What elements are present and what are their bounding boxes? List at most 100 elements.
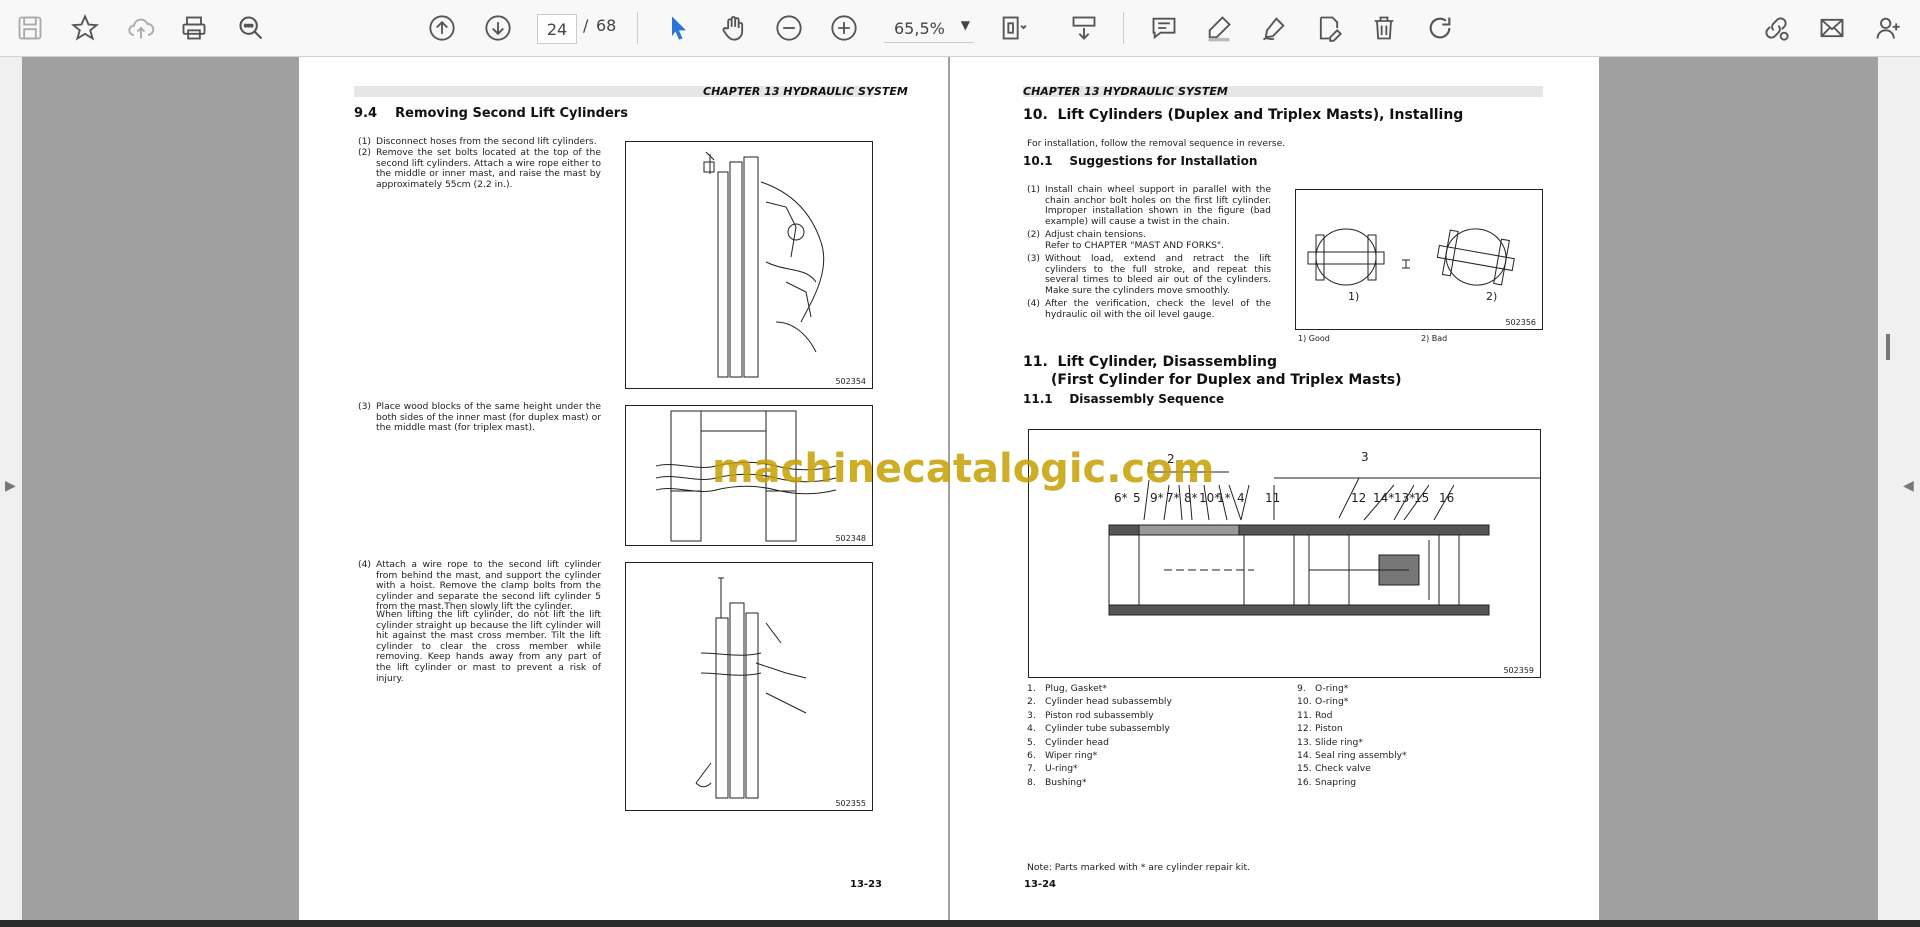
- part-number: 11.: [1297, 709, 1312, 721]
- part-row: 12. Piston: [1297, 722, 1537, 735]
- part-number: 3.: [1027, 709, 1036, 721]
- toolbar-divider: [1123, 12, 1124, 44]
- comment-icon[interactable]: [1146, 10, 1182, 46]
- subsection-heading-10-1: 10.1 Suggestions for Installation: [1023, 154, 1258, 168]
- page-total: 68: [596, 16, 617, 35]
- part-number: 12.: [1297, 723, 1312, 735]
- step-4: (4) Attach a wire rope to the second lif…: [358, 559, 601, 613]
- callout-label: 12: [1351, 491, 1367, 505]
- callout-label: 15: [1414, 491, 1430, 505]
- toolbar: 24 / 68 65,5% ▼: [0, 0, 1920, 57]
- add-user-icon[interactable]: [1870, 10, 1906, 46]
- share-link-icon[interactable]: [1758, 10, 1794, 46]
- step-text: After the verification, check the level …: [1045, 298, 1271, 320]
- redo-rotate-icon[interactable]: [1422, 10, 1458, 46]
- step-number: (3): [1027, 253, 1041, 264]
- figure-code: 502355: [835, 799, 866, 808]
- part-name: Slide ring*: [1315, 736, 1363, 748]
- callout-label: 1*: [1217, 491, 1231, 505]
- figure-lifting-cylinder: 502355: [625, 562, 873, 811]
- print-icon[interactable]: [176, 10, 212, 46]
- mail-icon[interactable]: [1814, 10, 1850, 46]
- highlight-pen-icon[interactable]: [1201, 10, 1237, 46]
- suggestion-4: (4) After the verification, check the le…: [1027, 298, 1271, 320]
- figure-chain-wheel: 1) 2) 502356: [1295, 189, 1543, 330]
- callout-label: 16: [1439, 491, 1455, 505]
- part-name: Piston: [1315, 723, 1343, 735]
- figure-code: 502348: [835, 534, 866, 543]
- star-bookmark-icon[interactable]: [67, 10, 103, 46]
- figure-label-bad: 2): [1486, 290, 1498, 303]
- expand-left-panel-icon[interactable]: ▶: [5, 478, 16, 494]
- page-number: 13-24: [1024, 879, 1056, 890]
- part-name: O-ring*: [1315, 696, 1349, 708]
- part-row: 3. Piston rod subassembly: [1027, 709, 1287, 722]
- suggestion-2-ref: Refer to CHAPTER "MAST AND FORKS".: [1045, 240, 1225, 251]
- part-name: Check valve: [1315, 763, 1371, 775]
- part-row: 9. O-ring*: [1297, 682, 1537, 695]
- edit-document-icon[interactable]: [1311, 10, 1347, 46]
- figure-code: 502354: [835, 377, 866, 386]
- sign-pen-icon[interactable]: [1256, 10, 1292, 46]
- step-number: (1): [358, 136, 372, 147]
- figure-code: 502356: [1505, 318, 1536, 327]
- callout-label: 4: [1237, 491, 1245, 505]
- page-down-icon[interactable]: [480, 10, 516, 46]
- scroll-mode-icon[interactable]: [1066, 10, 1102, 46]
- delete-trash-icon[interactable]: [1366, 10, 1402, 46]
- caption-good: 1) Good: [1298, 334, 1330, 343]
- step-1: (1) Disconnect hoses from the second lif…: [358, 136, 601, 148]
- step-text: Place wood blocks of the same height und…: [376, 401, 601, 434]
- section-heading-11-sub: (First Cylinder for Duplex and Triplex M…: [1051, 372, 1402, 388]
- part-name: Cylinder head: [1045, 736, 1109, 748]
- section-heading: 9.4 Removing Second Lift Cylinders: [354, 106, 628, 121]
- toolbar-divider: [637, 12, 638, 44]
- zoom-in-icon[interactable]: [826, 10, 862, 46]
- bottom-bar: [0, 920, 1920, 927]
- step-number: (3): [358, 401, 372, 412]
- part-number: 16.: [1297, 776, 1312, 788]
- page-separator: /: [583, 16, 589, 35]
- hand-tool-icon[interactable]: [716, 10, 752, 46]
- select-cursor-icon[interactable]: [661, 10, 697, 46]
- part-row: 8. Bushing*: [1027, 776, 1287, 789]
- part-row: 15. Check valve: [1297, 762, 1537, 775]
- part-name: U-ring*: [1045, 763, 1078, 775]
- expand-right-panel-icon[interactable]: ◀: [1903, 478, 1914, 494]
- part-number: 2.: [1027, 696, 1036, 708]
- chapter-title: CHAPTER 13 HYDRAULIC SYSTEM: [1023, 85, 1228, 98]
- part-row: 5. Cylinder head: [1027, 736, 1287, 749]
- step-number: (2): [358, 147, 372, 158]
- page-number-input[interactable]: 24: [537, 14, 577, 44]
- section-heading-11: 11. Lift Cylinder, Disassembling: [1023, 354, 1278, 370]
- save-icon[interactable]: [12, 10, 48, 46]
- figure-mast-cylinder: 502354: [625, 141, 873, 389]
- page-number: 13-23: [850, 879, 882, 890]
- part-row: 7. U-ring*: [1027, 762, 1287, 775]
- caption-bad: 2) Bad: [1421, 334, 1448, 343]
- part-row: 4. Cylinder tube subassembly: [1027, 722, 1287, 735]
- find-zoom-icon[interactable]: [233, 10, 269, 46]
- zoom-out-icon[interactable]: [771, 10, 807, 46]
- part-row: 16. Snapring: [1297, 776, 1537, 789]
- step-3: (3) Place wood blocks of the same height…: [358, 401, 601, 434]
- part-row: 6. Wiper ring*: [1027, 749, 1287, 762]
- cloud-upload-icon[interactable]: [123, 10, 159, 46]
- part-number: 9.: [1297, 683, 1306, 694]
- zoom-select[interactable]: 65,5% ▼: [884, 14, 974, 43]
- callout-label: 8*: [1184, 491, 1198, 505]
- step-text: Attach a wire rope to the second lift cy…: [376, 559, 601, 613]
- step-4-caution: When lifting the lift cylinder, do not l…: [376, 609, 601, 684]
- part-name: Bushing*: [1045, 776, 1087, 788]
- part-row: 11. Rod: [1297, 709, 1537, 722]
- part-row: 1. Plug, Gasket*: [1027, 682, 1287, 695]
- part-row: 2. Cylinder head subassembly: [1027, 695, 1287, 708]
- page-up-icon[interactable]: [424, 10, 460, 46]
- scrollbar-thumb[interactable]: [1886, 334, 1890, 360]
- fit-page-icon[interactable]: [995, 10, 1031, 46]
- part-number: 6.: [1027, 749, 1036, 761]
- part-number: 10.: [1297, 696, 1312, 708]
- part-number: 7.: [1027, 763, 1036, 775]
- callout-label: 5: [1133, 491, 1141, 505]
- step-text: Without load, extend and retract the lif…: [1045, 253, 1271, 296]
